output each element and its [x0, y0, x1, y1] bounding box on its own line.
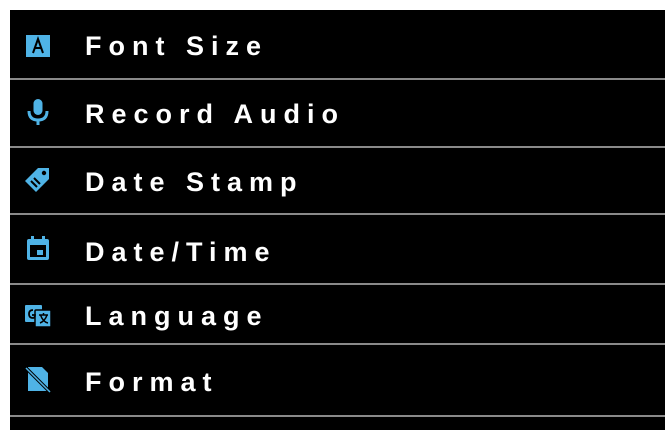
- menu-item-label: Language: [85, 301, 269, 331]
- settings-menu-screen: Font Size Record Audio Date Stamp Date/T…: [10, 10, 665, 430]
- microphone-icon: [24, 98, 52, 126]
- translate-icon: [24, 301, 52, 329]
- menu-item-label: Format: [85, 367, 219, 397]
- format-icon: [24, 365, 52, 393]
- menu-item-font-size[interactable]: Font Size: [10, 10, 665, 78]
- menu-item-label: Font Size: [85, 31, 268, 61]
- divider: [10, 415, 665, 417]
- tag-icon: [24, 166, 52, 194]
- menu-item-label: Date/Time: [85, 237, 277, 267]
- menu-item-format[interactable]: Format: [10, 345, 665, 415]
- menu-item-date-time[interactable]: Date/Time: [10, 215, 665, 283]
- menu-item-date-stamp[interactable]: Date Stamp: [10, 148, 665, 213]
- menu-item-label: Record Audio: [85, 99, 346, 129]
- menu-item-label: Date Stamp: [85, 167, 304, 197]
- menu-item-record-audio[interactable]: Record Audio: [10, 80, 665, 146]
- calendar-icon: [24, 235, 52, 263]
- font-size-icon: [24, 32, 52, 60]
- menu-item-language[interactable]: Language: [10, 285, 665, 343]
